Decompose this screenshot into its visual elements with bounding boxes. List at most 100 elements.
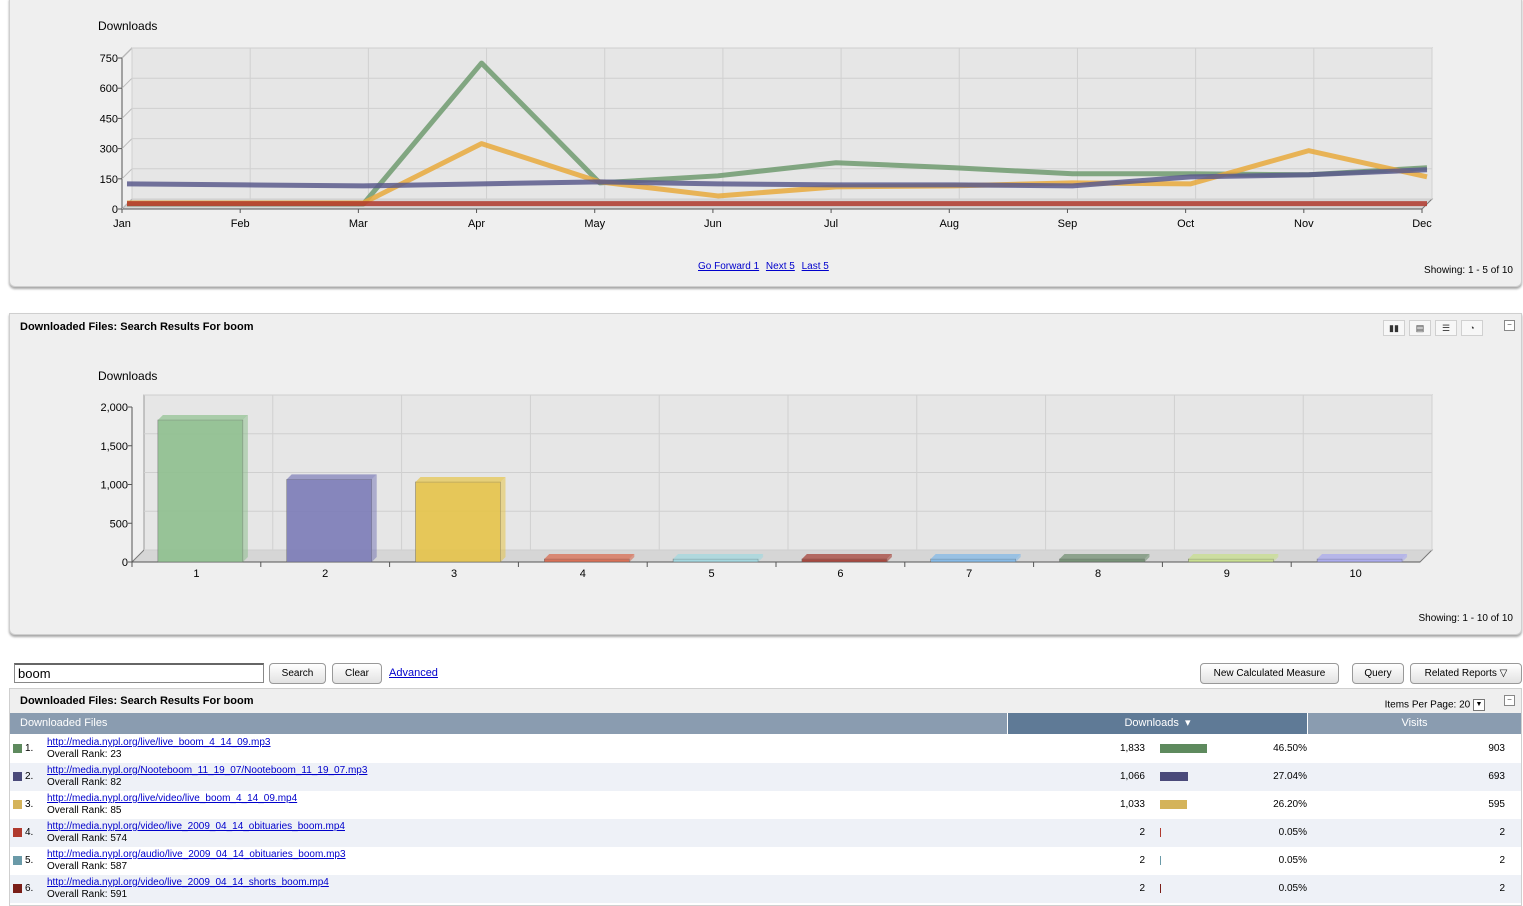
row-number: 6. [25, 883, 34, 894]
go-forward-link[interactable]: Go Forward 1 [698, 261, 759, 272]
sort-desc-icon: ▾ [1181, 717, 1191, 729]
share-bar [1160, 800, 1187, 809]
chevron-down-icon: ▽ [1499, 668, 1508, 679]
bar [157, 419, 244, 563]
chevron-down-icon[interactable]: ▼ [1473, 699, 1485, 711]
y-tick-label: 1,500 [100, 441, 128, 453]
bar-top [673, 554, 764, 559]
items-per-page: Items Per Page: 20 ▼ [1385, 699, 1485, 711]
x-tick-label: 7 [966, 568, 972, 580]
bar-chart-panel: Downloaded Files: Search Results For boo… [9, 313, 1522, 635]
bar-top [801, 554, 892, 559]
share-bar [1160, 884, 1161, 893]
downloads-value: 1,033 [1119, 799, 1145, 810]
clear-button[interactable]: Clear [332, 663, 382, 684]
file-url-link[interactable]: http://media.nypl.org/Nooteboom_11_19_07… [47, 765, 367, 776]
column-header-files[interactable]: Downloaded Files [10, 713, 1007, 734]
table-row[interactable]: 3. http://media.nypl.org/live/video/live_… [10, 791, 1521, 819]
y-tick-label: 600 [100, 83, 118, 95]
share-bar [1160, 856, 1161, 865]
bar-top [286, 474, 377, 480]
last-5-link[interactable]: Last 5 [802, 261, 829, 272]
x-tick-label: Jan [113, 218, 131, 230]
x-tick-label: Jul [824, 218, 838, 230]
x-tick-label: May [584, 218, 605, 230]
visits-value: 903 [1488, 743, 1505, 754]
x-tick-label: 5 [709, 568, 715, 580]
collapse-icon[interactable]: − [1504, 695, 1515, 706]
bar-top [1188, 554, 1279, 559]
table-row[interactable]: 4. http://media.nypl.org/video/live_2009_… [10, 819, 1521, 847]
search-button[interactable]: Search [269, 663, 326, 684]
x-tick-label: Apr [468, 218, 485, 230]
y-tick-label: 2,000 [100, 402, 128, 414]
new-calculated-measure-button[interactable]: New Calculated Measure [1200, 663, 1339, 684]
bar-top [415, 476, 506, 482]
share-percent: 27.04% [1273, 771, 1307, 782]
y-tick-label: 300 [100, 144, 118, 156]
items-per-page-value[interactable]: 20 [1459, 700, 1470, 711]
x-tick-label: 3 [451, 568, 457, 580]
y-tick-label: 0 [122, 557, 128, 569]
column-header-downloads[interactable]: Downloads ▾ [1008, 713, 1307, 734]
bar-top [1059, 554, 1150, 559]
x-tick-label: 4 [580, 568, 586, 580]
x-tick-label: 6 [837, 568, 843, 580]
gridline-depth [121, 77, 133, 89]
bar-side [500, 476, 506, 562]
table-row[interactable]: 2. http://media.nypl.org/Nooteboom_11_19_… [10, 763, 1521, 791]
downloads-value: 2 [1139, 883, 1145, 894]
share-bar [1160, 828, 1161, 837]
items-per-page-label: Items Per Page: [1384, 699, 1457, 711]
gridline-depth [121, 168, 133, 180]
bar [672, 558, 759, 563]
advanced-link[interactable]: Advanced [389, 667, 438, 679]
gridline-depth [121, 138, 133, 149]
row-number: 2. [25, 771, 34, 782]
file-url-link[interactable]: http://media.nypl.org/video/live_2009_04… [47, 821, 345, 832]
next-5-link[interactable]: Next 5 [766, 261, 795, 272]
column-header-visits[interactable]: Visits [1308, 713, 1521, 734]
x-tick-label: Nov [1294, 218, 1314, 230]
file-url-link[interactable]: http://media.nypl.org/live/live_boom_4_1… [47, 737, 270, 748]
table-header-bar: Downloaded Files: Search Results For boo… [10, 689, 1521, 713]
overall-rank: Overall Rank: 574 [47, 833, 128, 844]
search-input[interactable] [14, 663, 264, 683]
bar [801, 558, 888, 563]
file-url-link[interactable]: http://media.nypl.org/video/live_2009_04… [47, 877, 329, 888]
x-tick-label: 9 [1224, 568, 1230, 580]
related-reports-button[interactable]: Related Reports ▽ [1410, 663, 1522, 684]
share-percent: 26.20% [1273, 799, 1307, 810]
overall-rank: Overall Rank: 85 [47, 805, 122, 816]
visits-value: 595 [1488, 799, 1505, 810]
table-row[interactable]: 6. http://media.nypl.org/video/live_2009_… [10, 875, 1521, 903]
table-title: Downloaded Files: Search Results For boo… [20, 695, 254, 707]
share-percent: 0.05% [1278, 855, 1307, 866]
file-url-link[interactable]: http://media.nypl.org/audio/live_2009_04… [47, 849, 346, 860]
downloads-value: 1,066 [1119, 771, 1145, 782]
results-table-panel: Downloaded Files: Search Results For boo… [9, 688, 1522, 906]
series-swatch [13, 884, 22, 893]
bar-top [930, 554, 1021, 559]
bar-side [371, 474, 377, 562]
overall-rank: Overall Rank: 82 [47, 777, 122, 788]
visits-value: 2 [1499, 883, 1505, 894]
gridline-depth [121, 47, 133, 59]
table-row[interactable]: 5. http://media.nypl.org/audio/live_2009_… [10, 847, 1521, 875]
query-button[interactable]: Query [1352, 663, 1404, 684]
row-number: 1. [25, 743, 34, 754]
y-axis-label: Downloads [98, 19, 157, 33]
visits-value: 2 [1499, 827, 1505, 838]
bar-chart-showing: Showing: 1 - 10 of 10 [1418, 613, 1513, 624]
x-tick-label: 1 [193, 568, 199, 580]
series-swatch [13, 744, 22, 753]
x-tick-label: Jun [704, 218, 722, 230]
overall-rank: Overall Rank: 23 [47, 749, 122, 760]
downloads-value: 1,833 [1119, 743, 1145, 754]
table-row[interactable]: 1. http://media.nypl.org/live/live_boom_4… [10, 735, 1521, 763]
file-url-link[interactable]: http://media.nypl.org/live/video/live_bo… [47, 793, 297, 804]
series-swatch [13, 772, 22, 781]
line-chart-panel: Downloads 750 600 450 300 150 0 Jan Feb Mar Apr May… [9, 0, 1522, 287]
y-tick-label: 1,000 [100, 480, 128, 492]
share-percent: 0.05% [1278, 883, 1307, 894]
